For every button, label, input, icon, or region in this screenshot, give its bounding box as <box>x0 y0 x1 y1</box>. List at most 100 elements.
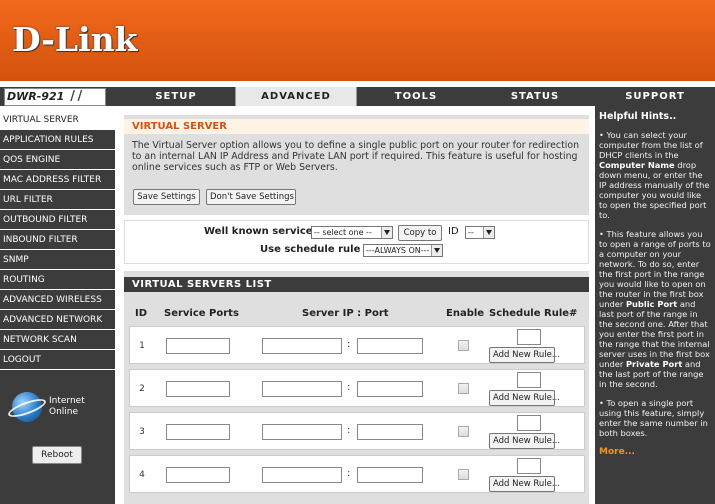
model-name: DWR-921 <box>7 90 65 103</box>
more-hints-link[interactable]: More... <box>599 447 711 457</box>
dlink-logo: D-Link <box>12 20 138 59</box>
chevron-down-icon <box>483 227 494 238</box>
schedule-rule-input[interactable] <box>517 329 541 345</box>
tab-status[interactable]: STATUS <box>475 87 595 106</box>
sidebar-item-advanced-network[interactable]: ADVANCED NETWORK <box>0 310 115 330</box>
server-port-input[interactable] <box>357 338 423 354</box>
sidebar-item-mac-address-filter[interactable]: MAC ADDRESS FILTER <box>0 170 115 190</box>
enable-checkbox[interactable] <box>458 383 469 394</box>
sidebar-item-application-rules[interactable]: APPLICATION RULES <box>0 130 115 150</box>
internet-status: Internet Online <box>6 392 107 432</box>
add-new-rule-button[interactable]: Add New Rule... <box>489 347 560 363</box>
header-banner: D-Link <box>0 0 715 81</box>
row-id: 2 <box>139 384 145 394</box>
server-ip-input[interactable] <box>262 338 342 354</box>
row-id: 3 <box>139 427 145 437</box>
hint-2-public-port: Public Port <box>625 299 678 309</box>
server-ip-input[interactable] <box>262 381 342 397</box>
chevron-down-icon <box>381 227 392 238</box>
ip-port-separator: : <box>347 425 351 436</box>
hint-computer-name: • You can select your computer from the … <box>599 130 711 220</box>
save-settings-button[interactable]: Save Settings <box>133 189 200 205</box>
server-port-input[interactable] <box>357 424 423 440</box>
reboot-button[interactable]: Reboot <box>32 446 82 464</box>
hint-1-text-a: • You can select your computer from the … <box>599 130 703 160</box>
tab-support[interactable]: SUPPORT <box>595 87 715 106</box>
add-new-rule-button[interactable]: Add New Rule... <box>489 476 560 492</box>
column-header-enable: Enable <box>446 308 485 319</box>
server-port-input[interactable] <box>357 467 423 483</box>
virtual-servers-list-title: VIRTUAL SERVERS LIST <box>132 279 272 290</box>
helpful-hints-title: Helpful Hints.. <box>599 111 677 122</box>
copy-to-button[interactable]: Copy to <box>398 225 442 241</box>
sidebar-item-advanced-wireless[interactable]: ADVANCED WIRELESS <box>0 290 115 310</box>
hint-port-range: • This feature allows you to open a rang… <box>599 229 711 389</box>
id-select-value: -- <box>468 228 474 237</box>
sidebar-item-snmp[interactable]: SNMP <box>0 250 115 270</box>
ip-port-separator: : <box>347 382 351 393</box>
add-new-rule-button[interactable]: Add New Rule... <box>489 433 560 449</box>
slash-decoration: / / <box>70 89 82 104</box>
server-port-input[interactable] <box>357 381 423 397</box>
table-row: 3 : Add New Rule... <box>129 412 585 450</box>
sidebar-item-network-scan[interactable]: NETWORK SCAN <box>0 330 115 350</box>
service-ports-input[interactable] <box>166 338 230 354</box>
schedule-rule-input[interactable] <box>517 372 541 388</box>
sidebar-item-inbound-filter[interactable]: INBOUND FILTER <box>0 230 115 250</box>
virtual-server-description: The Virtual Server option allows you to … <box>132 140 580 173</box>
enable-checkbox[interactable] <box>458 426 469 437</box>
enable-checkbox[interactable] <box>458 340 469 351</box>
column-header-service-ports: Service Ports <box>164 308 239 319</box>
tab-setup[interactable]: SETUP <box>117 87 235 106</box>
tab-advanced[interactable]: ADVANCED <box>235 87 357 106</box>
sidebar-item-qos-engine[interactable]: QOS ENGINE <box>0 150 115 170</box>
table-row: 1 : Add New Rule... <box>129 326 585 364</box>
tab-tools[interactable]: TOOLS <box>357 87 475 106</box>
row-id: 4 <box>139 470 145 480</box>
schedule-rule-select[interactable]: ---ALWAYS ON--- <box>363 244 443 257</box>
column-header-server-ip-port: Server IP : Port <box>302 308 389 319</box>
schedule-rule-input[interactable] <box>517 415 541 431</box>
service-ports-input[interactable] <box>166 424 230 440</box>
service-ports-input[interactable] <box>166 467 230 483</box>
sidebar-item-outbound-filter[interactable]: OUTBOUND FILTER <box>0 210 115 230</box>
sidebar-item-virtual-server[interactable]: VIRTUAL SERVER <box>0 110 115 130</box>
helpful-hints-panel: Helpful Hints.. • You can select your co… <box>595 106 715 504</box>
virtual-server-title: VIRTUAL SERVER <box>132 121 227 132</box>
column-header-id: ID <box>135 308 148 319</box>
table-row: 2 : Add New Rule... <box>129 369 585 407</box>
id-label: ID <box>448 226 459 237</box>
enable-checkbox[interactable] <box>458 469 469 480</box>
internet-status-label: Internet Online <box>49 396 85 418</box>
sidebar-item-logout[interactable]: LOGOUT <box>0 350 115 370</box>
hint-single-port: • To open a single port using this featu… <box>599 398 708 438</box>
schedule-rule-input[interactable] <box>517 458 541 474</box>
add-new-rule-button[interactable]: Add New Rule... <box>489 390 560 406</box>
schedule-rule-value: ---ALWAYS ON--- <box>366 246 430 255</box>
use-schedule-rule-label: Use schedule rule <box>260 244 361 255</box>
table-row: 4 : Add New Rule... <box>129 455 585 493</box>
column-header-schedule-rule: Schedule Rule# <box>489 308 578 319</box>
sidebar-item-routing[interactable]: ROUTING <box>0 270 115 290</box>
sidebar: VIRTUAL SERVER APPLICATION RULES QOS ENG… <box>0 110 115 504</box>
ip-port-separator: : <box>347 339 351 350</box>
well-known-services-select[interactable]: -- select one -- <box>311 226 393 239</box>
chevron-down-icon <box>431 245 442 256</box>
well-known-services-value: -- select one -- <box>314 228 372 237</box>
sidebar-item-url-filter[interactable]: URL FILTER <box>0 190 115 210</box>
hint-2-private-port: Private Port <box>625 359 683 369</box>
online-label: Online <box>49 407 79 417</box>
model-badge: DWR-921 / / <box>4 88 106 106</box>
server-ip-input[interactable] <box>262 467 342 483</box>
service-ports-input[interactable] <box>166 381 230 397</box>
internet-label: Internet <box>49 396 85 406</box>
hint-2-text-a: • This feature allows you to open a rang… <box>599 229 711 309</box>
id-select[interactable]: -- <box>465 226 495 239</box>
row-id: 1 <box>139 341 145 351</box>
ip-port-separator: : <box>347 468 351 479</box>
server-ip-input[interactable] <box>262 424 342 440</box>
virtual-server-title-bar: VIRTUAL SERVER <box>124 119 589 134</box>
virtual-servers-list-title-bar: VIRTUAL SERVERS LIST <box>124 277 589 292</box>
dont-save-settings-button[interactable]: Don't Save Settings <box>206 189 296 205</box>
well-known-services-label: Well known services <box>204 226 319 237</box>
